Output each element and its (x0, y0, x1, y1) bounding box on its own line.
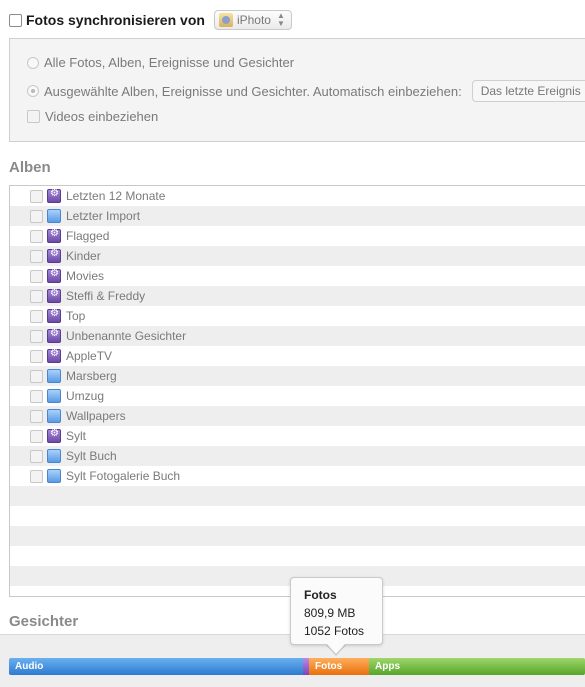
option-all-photos[interactable]: Alle Fotos, Alben, Ereignisse und Gesich… (27, 55, 294, 70)
select-arrows-icon: ▲ ▼ (276, 11, 285, 28)
faces-heading: Gesichter (9, 613, 79, 630)
album-checkbox[interactable] (30, 449, 43, 463)
sync-photos-row: Fotos synchronisieren von iPhoto ▲ ▼ (9, 8, 292, 32)
album-icon (47, 369, 61, 383)
album-row[interactable]: Letzter Import (10, 206, 585, 226)
tooltip-title: Fotos (304, 588, 337, 602)
album-label: Top (66, 309, 86, 323)
capacity-bar: Audio Fotos Apps (9, 658, 585, 675)
album-label: Sylt Fotogalerie Buch (66, 469, 181, 483)
list-stripe (10, 546, 585, 566)
option-include-videos[interactable]: Videos einbeziehen (27, 109, 158, 124)
sync-options-panel: Alle Fotos, Alben, Ereignisse und Gesich… (9, 38, 585, 142)
album-label: Kinder (66, 249, 101, 263)
album-checkbox[interactable] (30, 369, 43, 383)
smart-album-icon (47, 228, 61, 243)
album-row[interactable]: Wallpapers (10, 406, 585, 426)
album-label: Marsberg (66, 369, 117, 383)
album-row[interactable]: Unbenannte Gesichter (10, 326, 585, 346)
album-label: Letzten 12 Monate (66, 189, 166, 203)
radio-all-photos[interactable] (27, 56, 39, 69)
tooltip-count: 1052 Fotos (304, 624, 365, 638)
album-label: Flagged (66, 229, 110, 243)
album-row[interactable]: Steffi & Freddy (10, 286, 585, 306)
album-icon (47, 209, 61, 223)
capacity-photos-segment[interactable]: Fotos (309, 658, 369, 675)
album-checkbox[interactable] (30, 309, 43, 323)
photo-source-select[interactable]: iPhoto ▲ ▼ (213, 10, 292, 30)
include-videos-checkbox[interactable] (27, 110, 40, 123)
album-row[interactable]: Movies (10, 266, 585, 286)
album-row[interactable]: Top (10, 306, 585, 326)
smart-album-icon (47, 328, 61, 343)
photo-source-value: iPhoto (236, 13, 271, 27)
sync-photos-checkbox[interactable] (9, 13, 22, 27)
album-icon (47, 409, 61, 423)
album-label: Movies (66, 269, 105, 283)
album-row[interactable]: Kinder (10, 246, 585, 266)
smart-album-icon (47, 428, 61, 443)
albums-heading: Alben (9, 159, 51, 176)
album-checkbox[interactable] (30, 229, 43, 243)
album-checkbox[interactable] (30, 249, 43, 263)
album-label: Wallpapers (66, 409, 126, 423)
album-checkbox[interactable] (30, 289, 43, 303)
tooltip-size: 809,9 MB (304, 606, 356, 620)
album-label: Sylt Buch (66, 449, 117, 463)
smart-album-icon (47, 248, 61, 263)
album-checkbox[interactable] (30, 429, 43, 443)
album-checkbox[interactable] (30, 349, 43, 363)
album-icon (47, 449, 61, 463)
album-checkbox[interactable] (30, 469, 43, 483)
album-label: AppleTV (66, 349, 113, 363)
smart-album-icon (47, 308, 61, 323)
album-row[interactable]: AppleTV (10, 346, 585, 366)
album-label: Steffi & Freddy (66, 289, 146, 303)
album-label: Unbenannte Gesichter (66, 329, 187, 343)
tooltip-arrow (327, 644, 345, 654)
album-label: Letzter Import (66, 209, 141, 223)
capacity-audio-segment[interactable]: Audio (9, 658, 303, 675)
option-all-photos-label: Alle Fotos, Alben, Ereignisse und Gesich… (44, 55, 295, 70)
radio-selected-albums[interactable] (27, 85, 39, 97)
smart-album-icon (47, 188, 61, 203)
album-row[interactable]: Marsberg (10, 366, 585, 386)
option-selected-albums-label: Ausgewählte Alben, Ereignisse und Gesich… (44, 83, 462, 99)
album-checkbox[interactable] (30, 209, 43, 223)
album-rows: Letzten 12 Monate Letzter Import Flagged Ki… (10, 186, 585, 486)
option-selected-albums[interactable]: Ausgewählte Alben, Ereignisse und Gesich… (27, 80, 585, 102)
album-icon (47, 389, 61, 403)
album-row[interactable]: Umzug (10, 386, 585, 406)
smart-album-icon (47, 288, 61, 303)
album-checkbox[interactable] (30, 269, 43, 283)
smart-album-icon (47, 268, 61, 283)
sync-photos-label[interactable]: Fotos synchronisieren von (26, 12, 205, 28)
iphoto-icon (218, 13, 233, 27)
album-row[interactable]: Sylt Fotogalerie Buch (10, 466, 585, 486)
photos-tooltip: Fotos 809,9 MB 1052 Fotos (290, 577, 383, 645)
album-checkbox[interactable] (30, 409, 43, 423)
album-label: Umzug (66, 389, 105, 403)
list-stripe (10, 506, 585, 526)
album-checkbox[interactable] (30, 189, 43, 203)
auto-include-select[interactable]: Das letzte Ereignis (471, 80, 585, 102)
album-row[interactable]: Sylt Buch (10, 446, 585, 466)
album-row[interactable]: Sylt (10, 426, 585, 446)
smart-album-icon (47, 348, 61, 363)
album-checkbox[interactable] (30, 329, 43, 343)
capacity-apps-segment[interactable]: Apps (369, 658, 585, 675)
album-checkbox[interactable] (30, 389, 43, 403)
album-row[interactable]: Flagged (10, 226, 585, 246)
list-stripe (10, 486, 585, 506)
album-row[interactable]: Letzten 12 Monate (10, 186, 585, 206)
album-icon (47, 469, 61, 483)
list-stripe (10, 526, 585, 546)
albums-list[interactable]: Letzten 12 Monate Letzter Import Flagged Ki… (9, 185, 585, 597)
album-label: Sylt (66, 429, 87, 443)
include-videos-label: Videos einbeziehen (45, 109, 159, 124)
